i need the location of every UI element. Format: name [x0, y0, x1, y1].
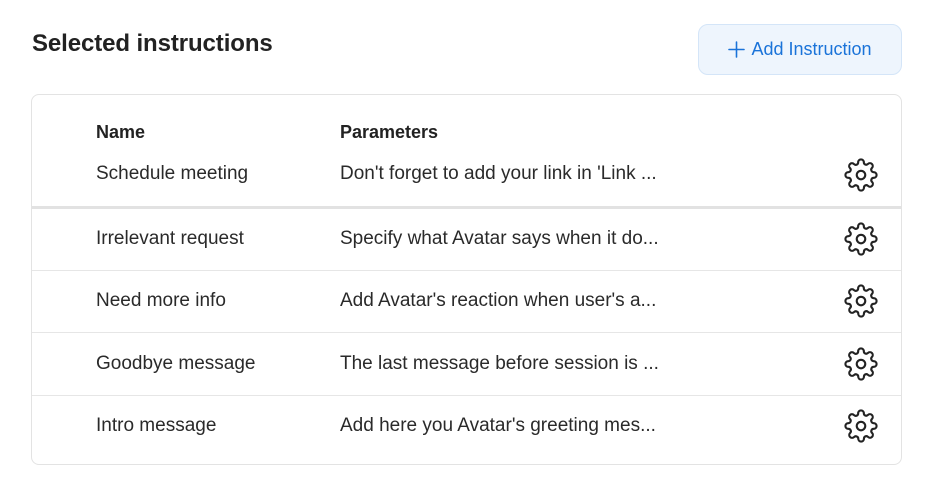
gear-icon[interactable]: [844, 409, 878, 443]
table-row[interactable]: Need more info Add Avatar's reaction whe…: [32, 271, 901, 332]
table-row[interactable]: Goodbye message The last message before …: [32, 333, 901, 395]
instruction-name: Goodbye message: [96, 353, 256, 374]
table-row[interactable]: Schedule meeting Don't forget to add you…: [32, 150, 901, 206]
page-title: Selected instructions: [32, 30, 273, 57]
instruction-name: Need more info: [96, 290, 226, 311]
instruction-name: Intro message: [96, 415, 217, 436]
instruction-parameters: Add here you Avatar's greeting mes...: [340, 415, 656, 436]
table-row[interactable]: Intro message Add here you Avatar's gree…: [32, 396, 901, 462]
gear-icon[interactable]: [844, 158, 878, 192]
column-header-name: Name: [96, 122, 146, 142]
instruction-parameters: Specify what Avatar says when it do...: [340, 228, 659, 249]
add-instruction-button[interactable]: Add Instruction: [698, 24, 902, 75]
plus-icon: [728, 41, 746, 58]
gear-icon[interactable]: [844, 222, 878, 256]
instruction-parameters: Don't forget to add your link in 'Link .…: [340, 163, 657, 184]
instruction-name: Schedule meeting: [96, 163, 249, 184]
gear-icon[interactable]: [844, 347, 878, 381]
gear-icon[interactable]: [844, 284, 878, 318]
instruction-name: Irrelevant request: [96, 228, 244, 249]
instruction-parameters: Add Avatar's reaction when user's a...: [340, 290, 657, 311]
add-instruction-label: Add Instruction: [751, 39, 872, 59]
column-header-parameters: Parameters: [340, 122, 439, 142]
table-row[interactable]: Irrelevant request Specify what Avatar s…: [32, 209, 901, 270]
instruction-parameters: The last message before session is ...: [340, 353, 659, 374]
